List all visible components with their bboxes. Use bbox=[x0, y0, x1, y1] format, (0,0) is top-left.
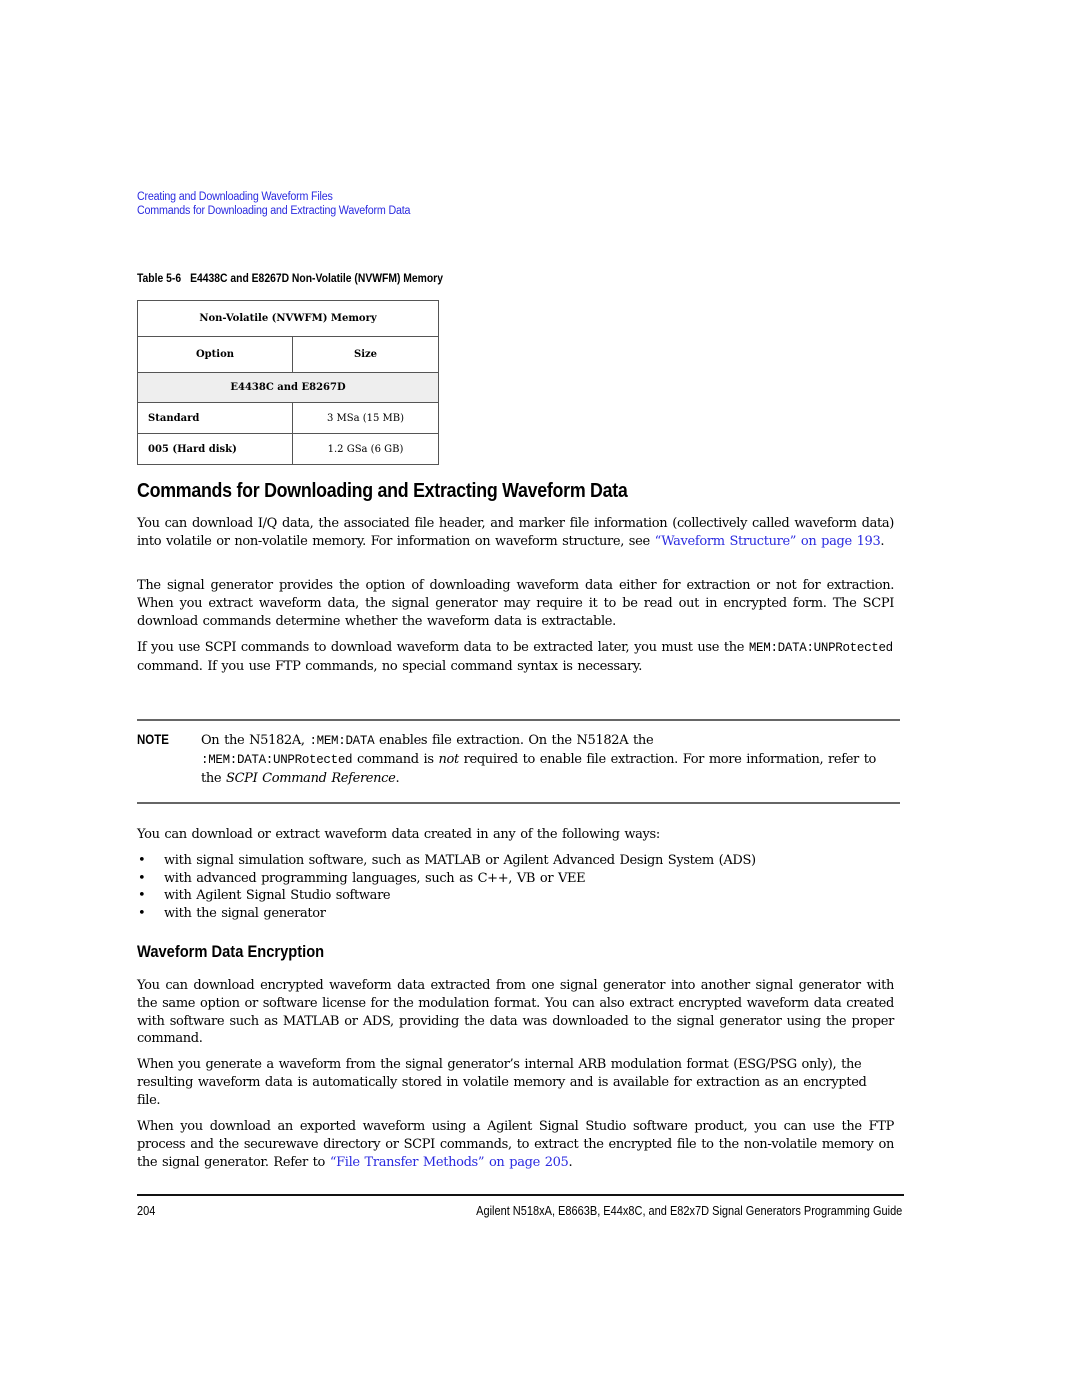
paragraph-ways-intro: You can download or extract waveform dat… bbox=[137, 827, 660, 842]
paragraph-scpi-unprotected: If you use SCPI commands to download wav… bbox=[137, 639, 894, 676]
breadcrumb-section-link[interactable]: Commands for Downloading and Extracting … bbox=[137, 204, 410, 218]
guide-title: Agilent N518xA, E8663B, E44x8C, and E82x… bbox=[475, 1204, 902, 1218]
size-cell: 1.2 GSa (6 GB) bbox=[292, 433, 439, 465]
table-group-row: E4438C and E8267D bbox=[137, 372, 439, 403]
size-cell: 3 MSa (15 MB) bbox=[292, 402, 439, 434]
paragraph-intro: You can download I/Q data, the associate… bbox=[137, 515, 894, 551]
table-title-row: Non-Volatile (NVWFM) Memory bbox=[137, 300, 439, 337]
column-header-size: Size bbox=[292, 336, 439, 373]
list-item: • with the signal generator bbox=[137, 905, 756, 923]
ways-list: • with signal simulation software, such a… bbox=[137, 852, 756, 922]
file-transfer-methods-link[interactable]: “File Transfer Methods” on page 205 bbox=[330, 1155, 569, 1170]
note-text: enables file extraction. On the N5182A t… bbox=[374, 733, 654, 748]
table-header-row: Option Size bbox=[137, 336, 439, 373]
note-text: . bbox=[395, 770, 400, 786]
note-bottom-rule bbox=[137, 802, 900, 804]
paragraph-arb-generation: When you generate a waveform from the si… bbox=[137, 1057, 867, 1108]
bullet-icon: • bbox=[138, 870, 146, 886]
column-header-option: Option bbox=[137, 336, 293, 373]
scpi-command-reference-title: SCPI Command Reference bbox=[226, 770, 396, 786]
note-text: On the N5182A, bbox=[201, 733, 310, 748]
list-item-text: with Agilent Signal Studio software bbox=[164, 888, 391, 904]
footer-rule bbox=[137, 1194, 904, 1196]
bullet-icon: • bbox=[138, 888, 146, 904]
paragraph-text: If you use SCPI commands to download wav… bbox=[137, 640, 749, 655]
paragraph-end: . bbox=[880, 533, 885, 549]
list-item: • with signal simulation software, such a… bbox=[137, 852, 756, 870]
list-item-text: with signal simulation software, such as… bbox=[164, 853, 756, 868]
section-heading: Commands for Downloading and Extracting … bbox=[137, 480, 628, 502]
list-item-text: with advanced programming languages, suc… bbox=[164, 870, 586, 886]
paragraph-end: . bbox=[568, 1154, 573, 1170]
nvwfm-memory-table: Non-Volatile (NVWFM) Memory Option Size … bbox=[137, 300, 439, 465]
code-mem-data-unprotected: :MEM:DATA:UNPRotected bbox=[201, 752, 353, 767]
note-body: On the N5182A, :MEM:DATA enables file ex… bbox=[201, 732, 901, 787]
waveform-structure-link[interactable]: “Waveform Structure” on page 193 bbox=[655, 534, 881, 549]
paragraph-text: command. If you use FTP commands, no spe… bbox=[137, 658, 642, 674]
paragraph-extraction-option: The signal generator provides the option… bbox=[137, 578, 894, 629]
subsection-heading: Waveform Data Encryption bbox=[137, 943, 325, 961]
list-item-text: with the signal generator bbox=[164, 905, 326, 921]
list-item: • with Agilent Signal Studio software bbox=[137, 887, 756, 905]
breadcrumb-chapter-link[interactable]: Creating and Downloading Waveform Files bbox=[137, 190, 333, 204]
option-cell: Standard bbox=[137, 402, 293, 434]
table-row: 005 (Hard disk) 1.2 GSa (6 GB) bbox=[137, 433, 439, 465]
list-item: • with advanced programming languages, su… bbox=[137, 870, 756, 888]
note-text: command is bbox=[352, 751, 439, 767]
note-emphasis: not bbox=[438, 751, 459, 767]
table-row: Standard 3 MSa (15 MB) bbox=[137, 402, 439, 434]
page-number: 204 bbox=[137, 1204, 156, 1218]
table-group-cell: E4438C and E8267D bbox=[137, 372, 439, 403]
table-caption: Table 5-6 E4438C and E8267D Non-Volatile … bbox=[137, 273, 443, 285]
table-title-cell: Non-Volatile (NVWFM) Memory bbox=[137, 300, 439, 337]
note-label: NOTE bbox=[137, 732, 169, 747]
code-mem-data: :MEM:DATA bbox=[309, 734, 375, 748]
bullet-icon: • bbox=[138, 853, 146, 868]
paragraph-signal-studio: When you download an exported waveform u… bbox=[137, 1118, 894, 1171]
bullet-icon: • bbox=[138, 905, 146, 921]
note-top-rule bbox=[137, 719, 900, 721]
code-mem-data-unprotected: MEM:DATA:UNPRotected bbox=[748, 641, 893, 655]
table-caption-title: E4438C and E8267D Non-Volatile (NVWFM) M… bbox=[190, 273, 443, 285]
paragraph-encrypted-download: You can download encrypted waveform data… bbox=[137, 978, 894, 1047]
option-cell: 005 (Hard disk) bbox=[137, 433, 293, 465]
table-caption-number: Table 5-6 bbox=[137, 273, 182, 285]
